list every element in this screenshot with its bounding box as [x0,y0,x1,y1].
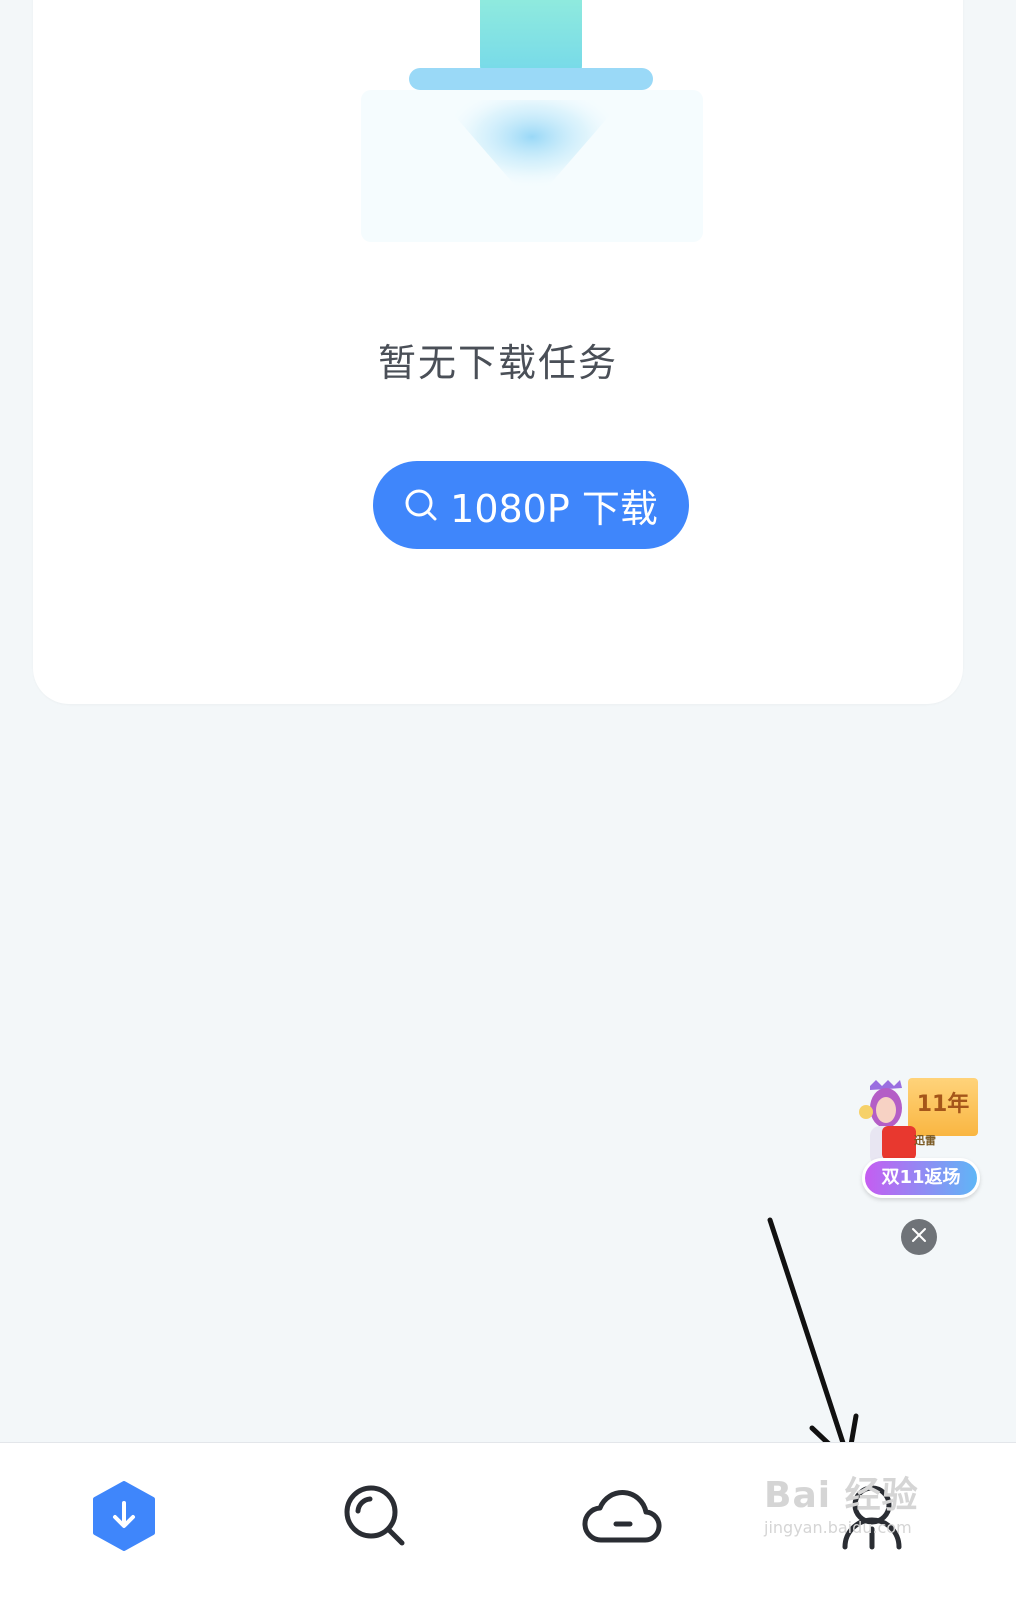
nav-discover[interactable] [330,1473,420,1563]
download-empty-illustration [361,0,703,242]
promo-brand-text: 迅雷 [914,1134,936,1147]
hd-download-button[interactable]: 1080P 下载 [373,461,689,549]
nav-downloads[interactable] [79,1473,169,1563]
hd-download-label: 1080P 下载 [450,486,658,531]
nav-profile[interactable] [827,1473,917,1563]
hexagon-download-icon [91,1481,157,1555]
search-icon [404,488,438,522]
cloud-icon [582,1484,662,1552]
search-icon [340,1481,410,1555]
promo-label: 双11返场 [862,1158,980,1198]
red-envelope-icon [882,1126,916,1160]
empty-state-message: 暂无下载任务 [377,341,618,385]
double11-promo-widget[interactable]: 11年 迅雷 双11返场 [852,1076,982,1204]
bottom-navigation [0,1442,1016,1601]
empty-download-card: 暂无下载任务 1080P 下载 [33,0,963,704]
promo-year-badge: 11年 [908,1078,978,1136]
nav-cloud[interactable] [577,1473,667,1563]
promo-close-button[interactable] [901,1219,937,1255]
close-icon [911,1227,927,1247]
user-icon [837,1481,907,1555]
